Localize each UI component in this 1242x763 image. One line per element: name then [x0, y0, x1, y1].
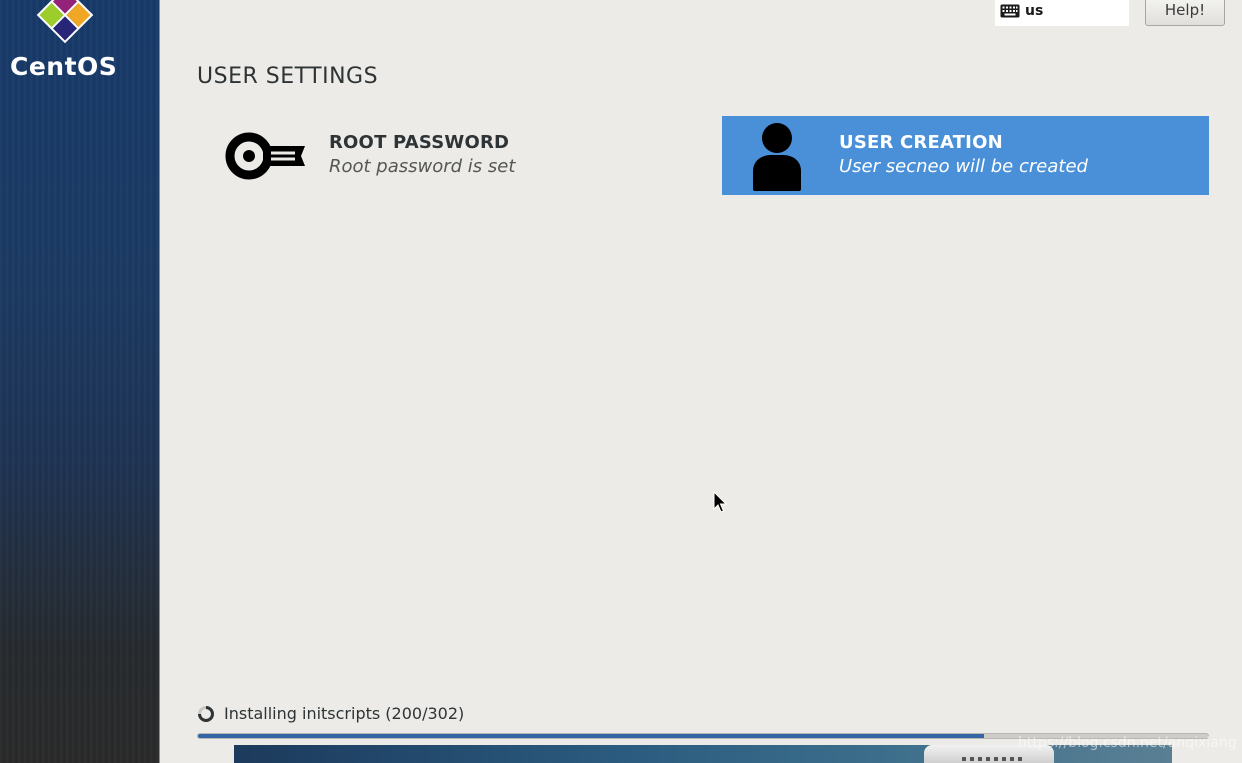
sidebar: CentOS [0, 0, 160, 763]
logo-text: CentOS [10, 52, 118, 81]
user-icon [722, 122, 832, 191]
root-password-text: ROOT PASSWORD Root password is set [329, 132, 515, 180]
sidebar-divider [159, 0, 160, 763]
spinner-icon [198, 705, 214, 722]
spoke-status: User secneo will be created [839, 155, 1088, 177]
keyboard-icon [1000, 4, 1020, 18]
spoke-title: ROOT PASSWORD [329, 132, 510, 153]
watermark-text: https://blog.csdn.net/anqixiang [1018, 735, 1237, 751]
root-password-spoke[interactable]: ROOT PASSWORD Root password is set [221, 116, 691, 196]
centos-logo-icon [36, 0, 94, 44]
keyboard-layout-label: us [1025, 3, 1044, 19]
key-icon [221, 126, 311, 186]
progress-bar-fill [198, 734, 984, 738]
banner-device-detail [962, 757, 1022, 761]
mouse-cursor-icon [713, 491, 728, 513]
spoke-title: USER CREATION [839, 131, 1003, 153]
spoke-status: Root password is set [329, 156, 516, 177]
section-title: USER SETTINGS [197, 64, 379, 89]
user-creation-text: USER CREATION User secneo will be create… [839, 132, 1088, 180]
progress-status-text: Installing initscripts (200/302) [224, 704, 465, 723]
install-progress-status: Installing initscripts (200/302) [197, 704, 464, 723]
user-creation-spoke[interactable]: USER CREATION User secneo will be create… [722, 116, 1209, 195]
keyboard-layout-indicator[interactable]: us [995, 0, 1129, 26]
help-button[interactable]: Help! [1145, 0, 1225, 26]
